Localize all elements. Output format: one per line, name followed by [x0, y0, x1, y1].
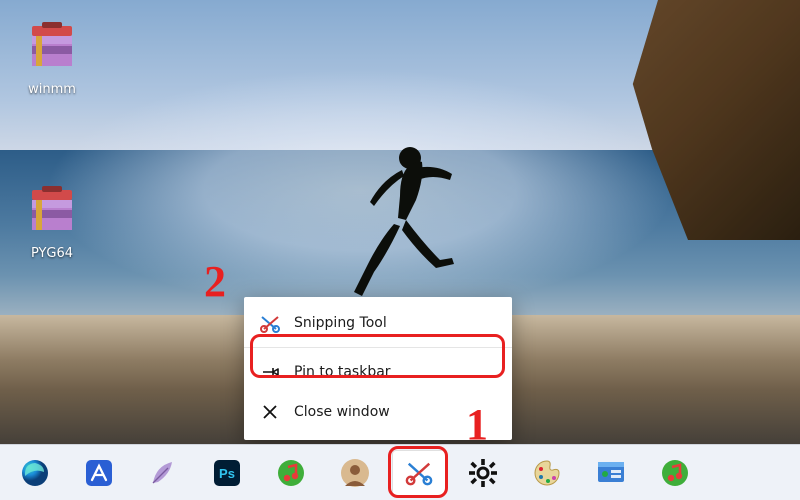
music-icon [660, 458, 690, 488]
snipping-tool-icon [260, 313, 280, 333]
taskbar-item-avatar[interactable] [328, 450, 382, 496]
taskbar-jumplist[interactable]: Snipping Tool Pin to taskbar Close windo… [244, 297, 512, 440]
avatar-icon [340, 458, 370, 488]
taskbar-item-feather[interactable] [136, 450, 190, 496]
desktop[interactable]: winmm PYG64 [0, 0, 800, 500]
snipping-tool-icon [404, 458, 434, 488]
jumplist-item-label: Close window [294, 404, 496, 420]
taskbar-item-app-a[interactable] [72, 450, 126, 496]
music-icon [276, 458, 306, 488]
wallpaper-runner [340, 140, 460, 310]
taskbar-item-photoshop[interactable]: Ps [200, 450, 254, 496]
desktop-icon-pyg64[interactable]: PYG64 [10, 186, 94, 261]
jumplist-separator [244, 347, 512, 348]
taskbar-item-music[interactable] [264, 450, 318, 496]
photoshop-icon: Ps [212, 458, 242, 488]
winrar-icon [24, 22, 80, 78]
desktop-icon-winmm[interactable]: winmm [10, 22, 94, 97]
palette-icon [532, 458, 562, 488]
jumplist-item-label: Snipping Tool [294, 315, 496, 331]
taskbar-item-control-panel[interactable] [584, 450, 638, 496]
feather-icon [148, 458, 178, 488]
close-icon [260, 402, 280, 422]
desktop-icon-label: PYG64 [10, 246, 94, 261]
taskbar-item-edge[interactable] [8, 450, 62, 496]
jumplist-item-pin[interactable]: Pin to taskbar [244, 352, 512, 392]
app-icon [84, 458, 114, 488]
taskbar-item-settings[interactable] [456, 450, 510, 496]
jumplist-item-label: Pin to taskbar [294, 364, 496, 380]
taskbar-item-palette[interactable] [520, 450, 574, 496]
gear-icon [468, 458, 498, 488]
desktop-icon-label: winmm [10, 82, 94, 97]
taskbar[interactable]: Ps [0, 444, 800, 500]
pin-icon [260, 362, 280, 382]
control-panel-icon [596, 458, 626, 488]
callout-number-2: 2 [204, 256, 226, 307]
taskbar-item-music2[interactable] [648, 450, 702, 496]
winrar-icon [24, 186, 80, 242]
taskbar-item-snipping-tool[interactable] [392, 450, 446, 496]
jumplist-item-close[interactable]: Close window [244, 392, 512, 432]
jumplist-item-app[interactable]: Snipping Tool [244, 303, 512, 343]
edge-icon [20, 458, 50, 488]
svg-text:Ps: Ps [219, 466, 235, 481]
wallpaper-cliff [580, 0, 800, 240]
